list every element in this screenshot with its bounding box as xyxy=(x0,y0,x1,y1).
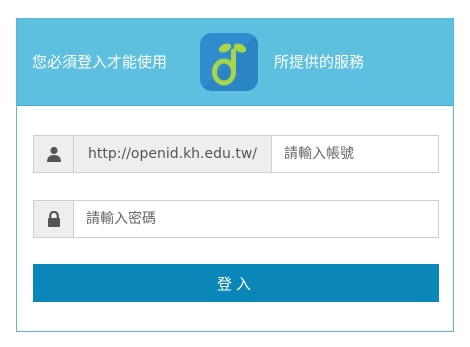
password-input[interactable] xyxy=(74,201,438,237)
login-button[interactable]: 登入 xyxy=(33,264,439,302)
login-header: 您必須登入才能使用 所提供的服務 xyxy=(17,19,453,105)
openid-sprout-logo-icon xyxy=(200,33,258,91)
header-right-text: 所提供的服務 xyxy=(274,53,365,71)
openid-url-prefix: http://openid.kh.edu.tw/ xyxy=(74,136,272,172)
lock-icon xyxy=(34,201,74,237)
username-input[interactable] xyxy=(272,136,438,172)
password-group xyxy=(33,200,439,238)
user-icon xyxy=(34,136,74,172)
header-left-text: 您必須登入才能使用 xyxy=(32,53,168,71)
login-panel: 您必須登入才能使用 所提供的服務 http://openid.kh.edu.tw… xyxy=(16,18,454,332)
username-group: http://openid.kh.edu.tw/ xyxy=(33,135,439,173)
header-divider xyxy=(17,105,453,106)
